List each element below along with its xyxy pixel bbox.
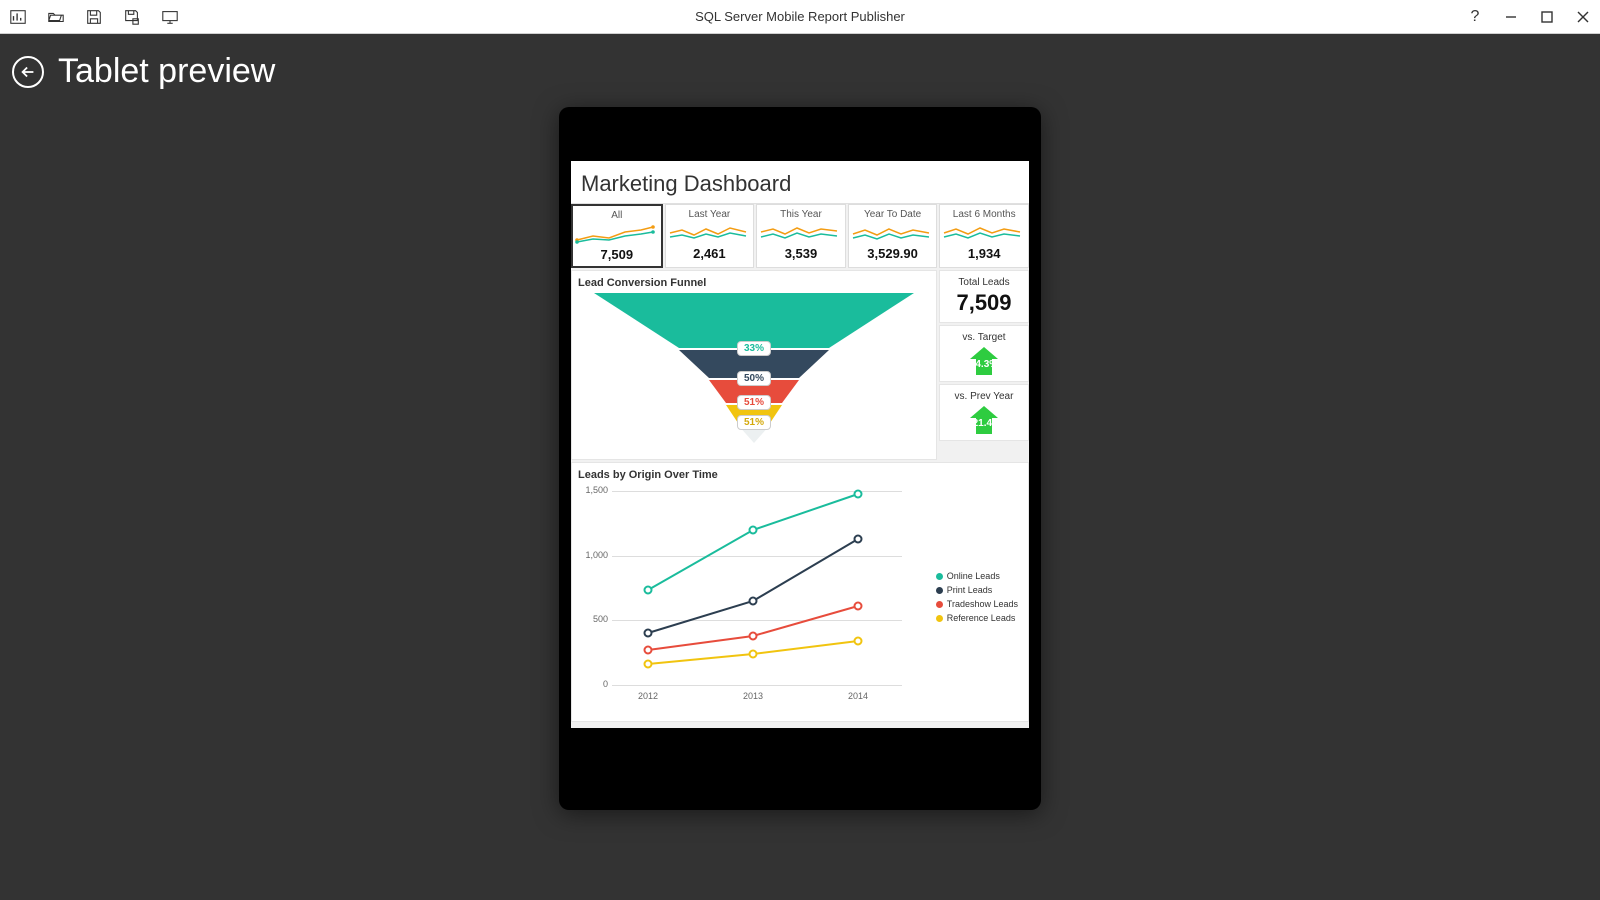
save-icon bbox=[85, 8, 103, 26]
chart-icon bbox=[9, 8, 27, 26]
app-title: SQL Server Mobile Report Publisher bbox=[695, 9, 905, 24]
filter-value: 3,539 bbox=[759, 246, 843, 261]
filter-value: 2,461 bbox=[668, 246, 752, 261]
preview-button[interactable] bbox=[160, 7, 180, 27]
kpi-value: 7,509 bbox=[946, 290, 1022, 316]
x-tick: 2012 bbox=[628, 691, 668, 701]
window-controls: ? bbox=[1466, 8, 1592, 26]
close-icon bbox=[1576, 10, 1590, 24]
legend-label: Online Leads bbox=[947, 571, 1000, 581]
sparkline-icon bbox=[575, 224, 655, 244]
mid-row: Lead Conversion Funnel 33% 50% 51% 51% bbox=[571, 270, 1029, 460]
x-tick: 2014 bbox=[838, 691, 878, 701]
funnel-title: Lead Conversion Funnel bbox=[578, 277, 930, 289]
funnel-stage-label: 33% bbox=[737, 341, 771, 356]
preview-icon bbox=[161, 8, 179, 26]
filter-value: 1,934 bbox=[942, 246, 1026, 261]
sparkline-icon bbox=[942, 223, 1022, 243]
filter-label: This Year bbox=[759, 209, 843, 220]
kpi-panel: Total Leads 7,509 vs. Target 24.3% vs. P… bbox=[939, 270, 1029, 460]
kpi-total-leads: Total Leads 7,509 bbox=[939, 270, 1029, 323]
save-button[interactable] bbox=[84, 7, 104, 27]
kpi-label: vs. Prev Year bbox=[946, 391, 1022, 402]
help-icon: ? bbox=[1471, 8, 1480, 26]
filter-card-this-year[interactable]: This Year 3,539 bbox=[756, 204, 846, 268]
x-tick: 2013 bbox=[733, 691, 773, 701]
filter-label: Last Year bbox=[668, 209, 752, 220]
kpi-label: vs. Target bbox=[946, 332, 1022, 343]
kpi-label: Total Leads bbox=[946, 277, 1022, 288]
filter-value: 3,529.90 bbox=[851, 246, 935, 261]
kpi-value: 24.3% bbox=[962, 359, 1006, 370]
up-arrow-icon: 121.4% bbox=[962, 406, 1006, 434]
kpi-value: 121.4% bbox=[962, 418, 1006, 429]
legend-item: Tradeshow Leads bbox=[936, 599, 1018, 609]
legend-item: Online Leads bbox=[936, 571, 1018, 581]
kpi-vs-target: vs. Target 24.3% bbox=[939, 325, 1029, 382]
legend-label: Reference Leads bbox=[947, 613, 1016, 623]
line-chart-panel: Leads by Origin Over Time 0 500 1,000 1,… bbox=[571, 462, 1029, 722]
close-button[interactable] bbox=[1574, 8, 1592, 26]
funnel-stage-label: 50% bbox=[737, 371, 771, 386]
line-chart: 0 500 1,000 1,500 bbox=[578, 485, 1022, 715]
line-chart-title: Leads by Origin Over Time bbox=[578, 469, 1022, 481]
back-button[interactable] bbox=[12, 56, 44, 88]
funnel-stage-label: 51% bbox=[737, 395, 771, 410]
sparkline-icon bbox=[668, 223, 748, 243]
kpi-vs-prev-year: vs. Prev Year 121.4% bbox=[939, 384, 1029, 441]
up-arrow-icon: 24.3% bbox=[962, 347, 1006, 375]
filter-row: All 7,509 Last Year 2,461 bbox=[571, 204, 1029, 268]
filter-card-last-6-months[interactable]: Last 6 Months 1,934 bbox=[939, 204, 1029, 268]
filter-label: Year To Date bbox=[851, 209, 935, 220]
help-button[interactable]: ? bbox=[1466, 8, 1484, 26]
back-arrow-icon bbox=[19, 63, 37, 81]
preview-title: Tablet preview bbox=[58, 52, 275, 91]
dashboard-title: Marketing Dashboard bbox=[571, 161, 1029, 204]
sparkline-icon bbox=[759, 223, 839, 243]
tablet-device-frame: Marketing Dashboard All 7,509 Last Year bbox=[559, 107, 1041, 810]
minimize-button[interactable] bbox=[1502, 8, 1520, 26]
filter-value: 7,509 bbox=[575, 247, 659, 262]
preview-header: Tablet preview bbox=[12, 52, 275, 91]
new-chart-button[interactable] bbox=[8, 7, 28, 27]
maximize-button[interactable] bbox=[1538, 8, 1556, 26]
minimize-icon bbox=[1504, 10, 1518, 24]
save-to-server-button[interactable] bbox=[122, 7, 142, 27]
filter-label: All bbox=[575, 210, 659, 221]
save-as-icon bbox=[123, 8, 141, 26]
line-chart-legend: Online Leads Print Leads Tradeshow Leads… bbox=[936, 571, 1018, 627]
open-button[interactable] bbox=[46, 7, 66, 27]
maximize-icon bbox=[1540, 10, 1554, 24]
legend-item: Print Leads bbox=[936, 585, 1018, 595]
funnel-chart: 33% 50% 51% 51% bbox=[578, 293, 930, 453]
filter-label: Last 6 Months bbox=[942, 209, 1026, 220]
funnel-stage-label: 51% bbox=[737, 415, 771, 430]
title-bar: SQL Server Mobile Report Publisher ? bbox=[0, 0, 1600, 34]
funnel-panel: Lead Conversion Funnel 33% 50% 51% 51% bbox=[571, 270, 937, 460]
tablet-screen: Marketing Dashboard All 7,509 Last Year bbox=[571, 161, 1029, 728]
filter-card-last-year[interactable]: Last Year 2,461 bbox=[665, 204, 755, 268]
open-icon bbox=[47, 8, 65, 26]
filter-card-ytd[interactable]: Year To Date 3,529.90 bbox=[848, 204, 938, 268]
toolbar bbox=[8, 7, 180, 27]
legend-label: Tradeshow Leads bbox=[947, 599, 1018, 609]
legend-item: Reference Leads bbox=[936, 613, 1018, 623]
legend-label: Print Leads bbox=[947, 585, 993, 595]
sparkline-icon bbox=[851, 223, 931, 243]
preview-area: Tablet preview Marketing Dashboard All 7… bbox=[0, 34, 1600, 900]
filter-card-all[interactable]: All 7,509 bbox=[571, 204, 663, 268]
